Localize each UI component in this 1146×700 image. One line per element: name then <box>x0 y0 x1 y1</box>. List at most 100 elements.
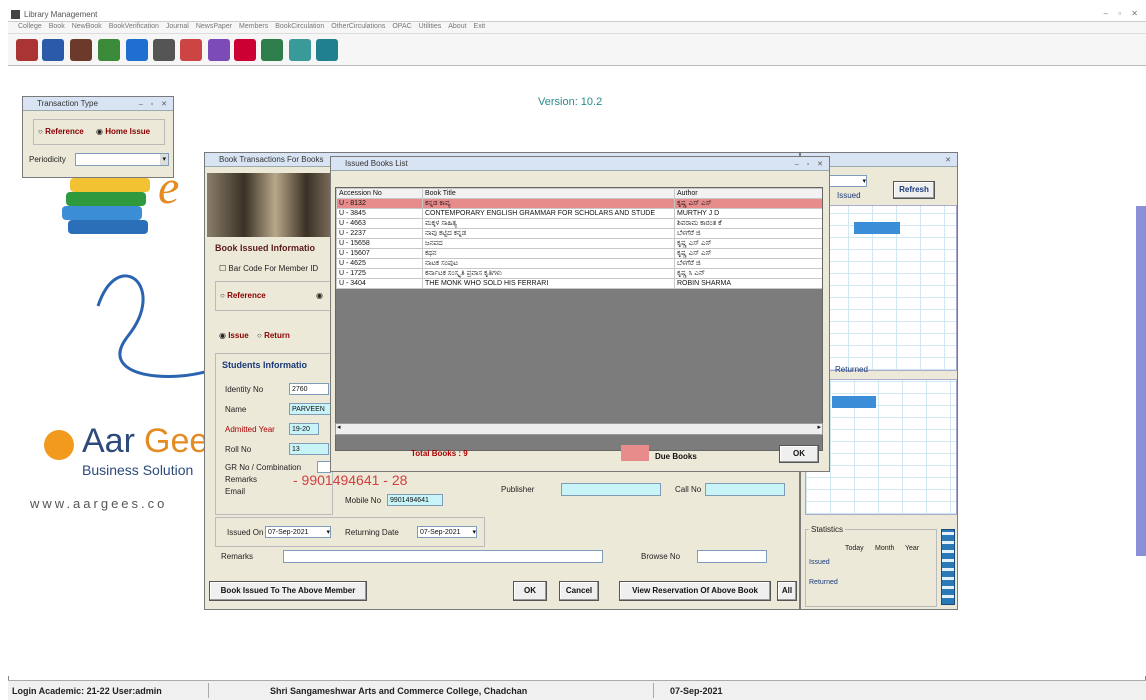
name-field[interactable]: PARVEEN <box>289 403 331 415</box>
toolbar <box>8 34 1146 66</box>
return-radio[interactable]: ○ Return <box>257 331 290 340</box>
publisher-field[interactable] <box>561 483 661 496</box>
menu-item-opac[interactable]: OPAC <box>392 23 411 30</box>
return-label: Return <box>264 331 290 340</box>
browse-field[interactable] <box>697 550 767 563</box>
books-icon[interactable] <box>16 39 38 61</box>
col-header-title[interactable]: Book Title <box>422 188 675 199</box>
callno-field[interactable] <box>705 483 785 496</box>
report-icon[interactable] <box>153 39 175 61</box>
table-header-row: Accession No Book Title Author <box>336 188 822 199</box>
issued-books-list-titlebar: Issued Books List – ▫ ✕ <box>331 157 829 171</box>
right-scroll-tab[interactable] <box>1136 206 1146 556</box>
table-row[interactable]: U - 1725 ಕರ್ನಾಟಕ ಸಂಸ್ಕೃತಿ ಪ್ರವಾಸ ಕೃತಿಗಳು ಕ… <box>336 268 822 279</box>
periodicity-select[interactable]: ▾ <box>75 153 169 166</box>
stat-col-month: Month <box>875 545 895 552</box>
table-row[interactable]: U - 2237 ನಾವು ಕಟ್ಟಿದ ಕನ್ನಡ ಬೆಳಗೆರೆ ಜಿ <box>336 228 822 239</box>
statistics-group <box>805 529 937 607</box>
reference-radio[interactable]: ○ Reference <box>220 291 266 300</box>
table-row[interactable]: U - 4625 ನಾಟಕ ಸಂಪುಟ ಬೆಳಗೆರೆ ಜಿ <box>336 258 822 269</box>
menu-item-journal[interactable]: Journal <box>166 23 189 30</box>
reference-radio[interactable]: ○ Reference <box>38 127 84 136</box>
close-icon[interactable]: ✕ <box>945 154 954 167</box>
cancel-button[interactable]: Cancel <box>559 581 599 601</box>
returning-date-field[interactable]: 07-Sep-2021 ▾ <box>417 526 477 538</box>
all-button[interactable]: All <box>777 581 797 601</box>
phone-overlay: - 9901494641 - 28 <box>293 472 408 488</box>
table-row[interactable]: U - 15658 ಜನಪದ ಕೃಷ್ಣ ಎಸ್ ಎಸ್ <box>336 238 822 249</box>
menu-item-othercirculations[interactable]: OtherCirculations <box>331 23 385 30</box>
home-issue-label: Home Issue <box>105 127 151 136</box>
issued-list-ok-button[interactable]: OK <box>779 445 819 463</box>
issued-grid[interactable] <box>823 205 957 371</box>
returning-date-value: 07-Sep-2021 <box>420 529 461 536</box>
accession-cell: U - 15658 <box>336 238 423 249</box>
export-icon[interactable] <box>289 39 311 61</box>
accession-cell: U - 3404 <box>336 278 423 289</box>
ok-button[interactable]: OK <box>513 581 547 601</box>
issued-on-field[interactable]: 07-Sep-2021 ▾ <box>265 526 331 538</box>
transaction-type-titlebar: Transaction Type – ▫ ✕ <box>23 97 173 111</box>
col-header-accession[interactable]: Accession No <box>336 188 423 199</box>
menu-item-members[interactable]: Members <box>239 23 268 30</box>
menu-item-exit[interactable]: Exit <box>474 23 486 30</box>
calendar-icon[interactable] <box>42 39 64 61</box>
menu-item-newspaper[interactable]: NewsPaper <box>196 23 232 30</box>
menu-item-bookcirculation[interactable]: BookCirculation <box>275 23 324 30</box>
journal-icon[interactable] <box>98 39 120 61</box>
menu-item-book[interactable]: Book <box>49 23 65 30</box>
author-cell: MURTHY J D <box>674 208 822 219</box>
members-icon[interactable] <box>70 39 92 61</box>
issued-books-grid[interactable]: Accession No Book Title Author U - 8132 ಕ… <box>335 187 823 451</box>
window-controls[interactable]: – ▫ ✕ <box>139 98 170 111</box>
window-controls[interactable]: – ▫ ✕ <box>1104 9 1142 18</box>
author-cell: ಕೃಷ್ಣ ಎಸ್ ಎಸ್ <box>674 238 822 249</box>
view-reservation-button[interactable]: View Reservation Of Above Book <box>619 581 771 601</box>
heart-icon[interactable] <box>234 39 256 61</box>
col-header-author[interactable]: Author <box>674 188 822 199</box>
menu-item-bookverification[interactable]: BookVerification <box>109 23 159 30</box>
mobile-field[interactable]: 9901494641 <box>387 494 443 506</box>
table-row[interactable]: U - 4663 ಮಕ್ಕಳ ಸಾಹಿತ್ಯ ಶಿವರಾಮ ಕಾರಂತ ಕೆ <box>336 218 822 229</box>
shelf-icon[interactable] <box>261 39 283 61</box>
scroll-left-icon[interactable]: ◂ <box>337 423 341 431</box>
mobile-label: Mobile No <box>345 496 382 505</box>
book-issued-button[interactable]: Book Issued To The Above Member <box>209 581 367 601</box>
help-icon[interactable] <box>126 39 148 61</box>
issued-books-hscroll[interactable]: ◂ ▸ <box>335 423 823 435</box>
home-issue-radio-b[interactable]: ◉ <box>316 291 323 300</box>
statistics-caption: Statistics <box>809 525 846 534</box>
author-cell: ಬೆಳಗೆರೆ ಜಿ <box>674 228 822 239</box>
admitted-year-field[interactable]: 19-20 <box>289 423 319 435</box>
table-row[interactable]: U - 8132 ಕನ್ನಡ ಕಾವ್ಯ ಕೃಷ್ಣ ಎಸ್ ಎಸ್ <box>336 198 822 209</box>
table-row[interactable]: U - 15607 ಕಥನ ಕೃಷ್ಣ ಎಸ್ ಎಸ್ <box>336 248 822 259</box>
stat-col-today: Today <box>845 545 864 552</box>
menu-item-newbook[interactable]: NewBook <box>72 23 102 30</box>
home-issue-radio[interactable]: ◉ Home Issue <box>96 127 150 136</box>
calendar-icon[interactable] <box>941 529 955 605</box>
menu-item-utilities[interactable]: Utilities <box>419 23 442 30</box>
roll-label: Roll No <box>225 445 252 454</box>
refresh-button[interactable]: Refresh <box>893 181 935 199</box>
roll-field[interactable]: 13 <box>289 443 329 455</box>
window-controls[interactable]: – ▫ ✕ <box>795 158 826 171</box>
issue-radio[interactable]: ◉ Issue <box>219 331 249 340</box>
table-row[interactable]: U - 3845 CONTEMPORARY ENGLISH GRAMMAR FOR… <box>336 208 822 219</box>
circulation-icon[interactable] <box>180 39 202 61</box>
brand-website: www.aargees.co <box>30 496 168 511</box>
title-cell: ಕನ್ನಡ ಕಾವ್ಯ <box>422 198 675 209</box>
remarks2-field[interactable] <box>283 550 603 563</box>
admitted-year-label: Admitted Year <box>225 425 275 434</box>
issued-books-list-title: Issued Books List <box>345 159 408 168</box>
issue-label: Issue <box>228 331 249 340</box>
opac-icon[interactable] <box>208 39 230 61</box>
scroll-right-icon[interactable]: ▸ <box>817 423 821 431</box>
barcode-checkbox[interactable]: ☐ Bar Code For Member ID <box>219 264 318 273</box>
menu-item-college[interactable]: College <box>18 23 42 30</box>
table-row[interactable]: U - 3404 THE MONK WHO SOLD HIS FERRARI ROB… <box>336 278 822 289</box>
menu-item-about[interactable]: About <box>448 23 466 30</box>
brand-name-a: Aar <box>82 422 135 460</box>
identity-field[interactable]: 2760 <box>289 383 329 395</box>
transaction-type-window: Transaction Type – ▫ ✕ ○ Reference ◉ Hom… <box>22 96 174 178</box>
about-icon[interactable] <box>316 39 338 61</box>
